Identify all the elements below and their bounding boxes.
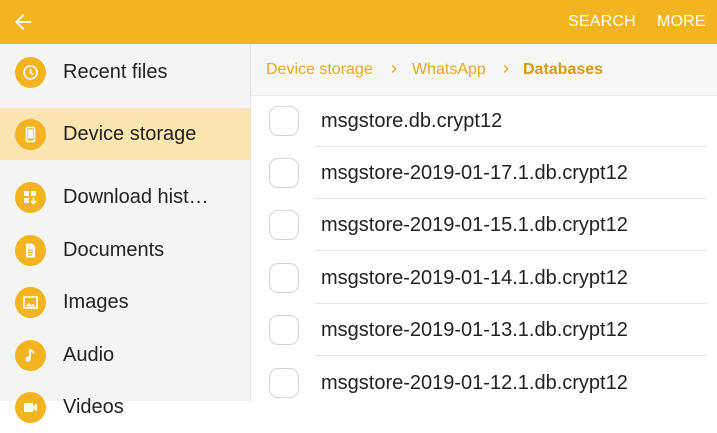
- sidebar-item-label: Device storage: [63, 123, 197, 145]
- file-row[interactable]: msgstore-2019-01-13.1.db.crypt12: [251, 304, 717, 356]
- divider: [315, 355, 707, 356]
- breadcrumb-device-storage[interactable]: Device storage: [266, 61, 373, 79]
- file-checkbox[interactable]: [269, 263, 299, 293]
- file-name: msgstore-2019-01-12.1.db.crypt12: [321, 372, 628, 394]
- sidebar-item-label: Recent files: [63, 61, 168, 83]
- more-button[interactable]: MORE: [657, 13, 706, 31]
- sidebar-item-download-history[interactable]: Download hist…: [0, 171, 250, 223]
- chevron-right-icon: ›: [503, 58, 509, 78]
- sidebar-item-label: Documents: [63, 239, 165, 261]
- chevron-right-icon: ›: [391, 58, 397, 78]
- sidebar-item-label: Videos: [63, 396, 124, 418]
- download-history-icon: [15, 182, 46, 213]
- sidebar-item-label: Audio: [63, 344, 115, 366]
- file-checkbox[interactable]: [269, 106, 299, 136]
- video-icon: [15, 392, 46, 423]
- file-name: msgstore-2019-01-13.1.db.crypt12: [321, 319, 628, 341]
- file-browser: Device storage › WhatsApp › Databases ms…: [251, 44, 717, 401]
- file-row[interactable]: msgstore-2019-01-14.1.db.crypt12: [251, 252, 717, 304]
- file-checkbox[interactable]: [269, 368, 299, 398]
- divider: [315, 250, 707, 251]
- sidebar-item-label: Images: [63, 291, 129, 313]
- search-button[interactable]: SEARCH: [568, 13, 636, 31]
- file-name: msgstore-2019-01-15.1.db.crypt12: [321, 214, 628, 236]
- file-name: msgstore-2019-01-17.1.db.crypt12: [321, 162, 628, 184]
- file-row[interactable]: msgstore-2019-01-12.1.db.crypt12: [251, 357, 717, 409]
- breadcrumb: Device storage › WhatsApp › Databases: [251, 44, 717, 96]
- sidebar-item-device-storage[interactable]: Device storage: [0, 108, 250, 160]
- phone-icon: [15, 119, 46, 150]
- sidebar-item-videos[interactable]: Videos: [0, 381, 250, 433]
- file-row[interactable]: msgstore.db.crypt12: [251, 95, 717, 147]
- image-icon: [15, 287, 46, 318]
- breadcrumb-whatsapp[interactable]: WhatsApp: [412, 61, 486, 79]
- clock-icon: [15, 57, 46, 88]
- document-icon: [15, 235, 46, 266]
- sidebar-item-label: Download hist…: [63, 186, 209, 208]
- sidebar: Recent files Device storage Download his…: [0, 44, 251, 423]
- music-note-icon: [15, 340, 46, 371]
- sidebar-item-images[interactable]: Images: [0, 276, 250, 328]
- file-checkbox[interactable]: [269, 315, 299, 345]
- file-row[interactable]: msgstore-2019-01-15.1.db.crypt12: [251, 199, 717, 251]
- file-name: msgstore.db.crypt12: [321, 110, 503, 132]
- back-arrow-icon[interactable]: [11, 10, 35, 34]
- file-name: msgstore-2019-01-14.1.db.crypt12: [321, 267, 628, 289]
- app-bar: SEARCH MORE: [0, 0, 717, 44]
- breadcrumb-databases[interactable]: Databases: [523, 61, 603, 79]
- sidebar-item-recent-files[interactable]: Recent files: [0, 46, 250, 98]
- file-checkbox[interactable]: [269, 158, 299, 188]
- file-row[interactable]: msgstore-2019-01-17.1.db.crypt12: [251, 147, 717, 199]
- sidebar-item-documents[interactable]: Documents: [0, 224, 250, 276]
- sidebar-item-audio[interactable]: Audio: [0, 329, 250, 381]
- file-checkbox[interactable]: [269, 210, 299, 240]
